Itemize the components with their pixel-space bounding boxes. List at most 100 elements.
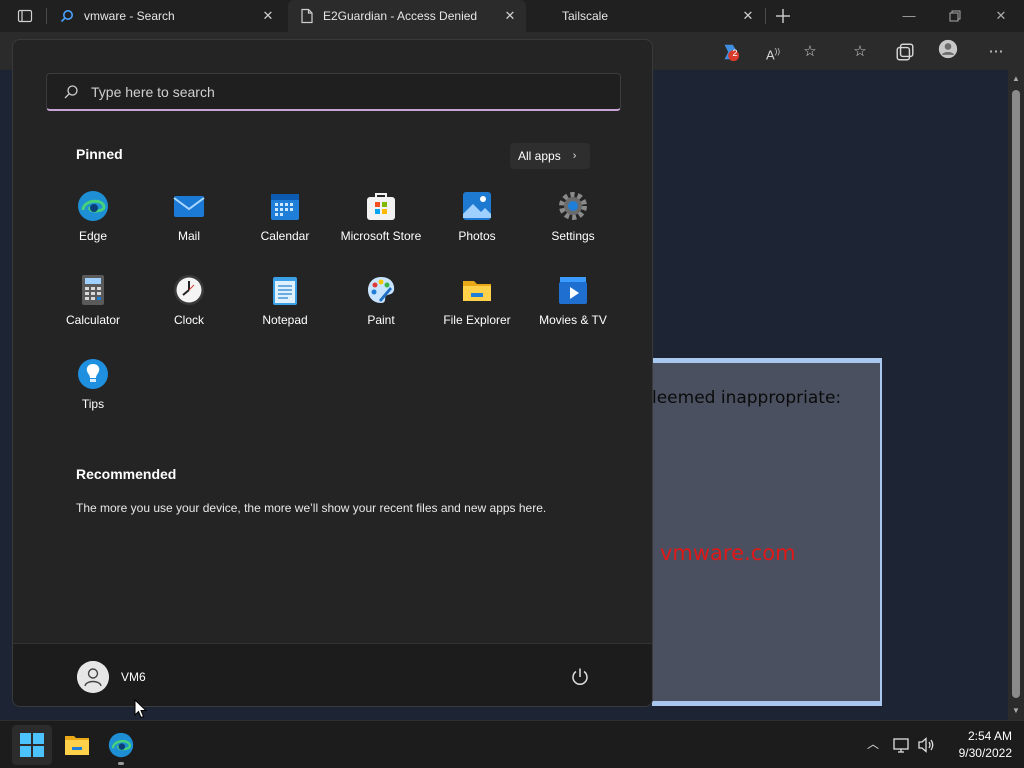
pinned-app-tips[interactable]: Tips (45, 350, 141, 430)
pinned-app-paint[interactable]: Paint (333, 266, 429, 346)
running-indicator (118, 762, 124, 765)
pinned-app-notepad[interactable]: Notepad (237, 266, 333, 346)
pinned-app-photos[interactable]: Photos (429, 182, 525, 262)
edge-icon (108, 732, 134, 758)
app-label: Clock (173, 313, 204, 327)
collections-icon[interactable] (895, 42, 915, 62)
pinned-app-movies-tv[interactable]: Movies & TV (525, 266, 621, 346)
edge-icon (78, 191, 108, 221)
search-icon (60, 10, 73, 23)
app-label: File Explorer (443, 313, 511, 327)
app-label: Notepad (262, 313, 308, 327)
search-placeholder-text: Type here to search (91, 83, 215, 100)
pinned-app-calendar[interactable]: Calendar (237, 182, 333, 262)
scroll-down-arrow-icon[interactable]: ▼ (1008, 704, 1024, 718)
pinned-app-settings[interactable]: Settings (525, 182, 621, 262)
extension-badge-count: 2 (732, 48, 738, 58)
user-name: VM6 (121, 670, 146, 684)
movies-icon (559, 277, 587, 304)
app-label: Photos (458, 229, 496, 243)
pinned-app-mail[interactable]: Mail (141, 182, 237, 262)
blocked-url-text: vmware.com (660, 541, 796, 565)
close-icon[interactable]: ✕ (502, 8, 518, 24)
tab-vmware-search[interactable]: vmware - Search ✕ (48, 0, 284, 32)
user-account-button[interactable]: VM6 (69, 654, 169, 700)
app-label: Tips (81, 397, 105, 411)
pinned-app-file-explorer[interactable]: File Explorer (429, 266, 525, 346)
paint-icon (368, 277, 395, 303)
clock-time: 2:54 AM (967, 729, 1012, 743)
gear-icon (559, 192, 587, 220)
mail-icon (173, 196, 205, 217)
tab-separator (46, 8, 47, 24)
clock-date: 9/30/2022 (958, 746, 1012, 760)
scrollbar-thumb[interactable] (1012, 90, 1020, 698)
lightbulb-icon (78, 359, 108, 389)
windows-logo-icon (20, 733, 44, 757)
app-label: Settings (551, 229, 595, 243)
calculator-icon (82, 275, 104, 305)
start-button[interactable] (12, 725, 52, 765)
add-favorite-icon[interactable]: ☆ (800, 42, 820, 62)
network-icon[interactable] (891, 735, 911, 755)
restore-icon[interactable] (947, 8, 963, 24)
recommended-empty-text: The more you use your device, the more w… (76, 501, 547, 515)
all-apps-label: All apps (518, 149, 561, 163)
start-search-input[interactable]: Type here to search (46, 73, 621, 111)
read-aloud-icon[interactable]: A)) (763, 42, 783, 62)
search-icon (64, 84, 78, 98)
start-menu-footer: VM6 (13, 643, 652, 706)
tab-title: vmware - Search (84, 9, 175, 23)
folder-icon (65, 736, 89, 755)
close-icon[interactable]: ✕ (260, 8, 276, 24)
browser-tab-strip: vmware - Search ✕ E2Guardian - Access De… (0, 0, 1024, 32)
pinned-app-edge[interactable]: Edge (45, 182, 141, 262)
pinned-app-microsoft-store[interactable]: Microsoft Store (333, 182, 429, 262)
pinned-heading: Pinned (76, 146, 123, 162)
app-label: Calculator (65, 313, 121, 327)
pinned-app-calculator[interactable]: Calculator (45, 266, 141, 346)
notepad-icon (273, 277, 297, 305)
mouse-cursor-icon (134, 699, 148, 719)
store-icon (367, 193, 395, 220)
pinned-app-clock[interactable]: Clock (141, 266, 237, 346)
tab-actions-icon[interactable] (17, 8, 33, 24)
minimize-icon[interactable]: — (901, 8, 917, 24)
page-scrollbar[interactable]: ▲ ▼ (1008, 70, 1024, 720)
new-tab-icon[interactable] (775, 8, 791, 24)
tab-e2guardian[interactable]: E2Guardian - Access Denied ✕ (288, 0, 526, 32)
denied-reason-text: leemed inappropriate: (652, 388, 842, 408)
app-label: Edge (78, 229, 108, 243)
desktop-screen: vmware - Search ✕ E2Guardian - Access De… (0, 0, 1024, 768)
app-label: Microsoft Store (340, 229, 422, 243)
close-icon[interactable]: ✕ (740, 8, 756, 24)
folder-icon (463, 281, 491, 301)
more-options-icon[interactable]: ⋯ (986, 42, 1006, 62)
avatar (77, 661, 109, 693)
tab-title: Tailscale (562, 9, 609, 23)
close-window-icon[interactable]: ✕ (993, 8, 1009, 24)
profile-avatar-icon[interactable] (938, 39, 958, 59)
access-denied-box: leemed inappropriate: vmware.com (652, 358, 882, 706)
tab-tailscale[interactable]: Tailscale ✕ (528, 0, 764, 32)
recommended-heading: Recommended (76, 466, 177, 482)
app-label: Movies & TV (539, 313, 607, 327)
start-menu: Type here to search Pinned All apps › Ed… (12, 39, 653, 707)
document-icon (301, 8, 313, 24)
photos-icon (463, 192, 491, 220)
taskbar: ︿ 2:54 AM 9/30/2022 (0, 720, 1024, 768)
power-icon[interactable] (569, 666, 591, 688)
tab-separator (765, 8, 766, 24)
taskbar-file-explorer[interactable] (57, 725, 97, 765)
all-apps-button[interactable]: All apps › (510, 143, 590, 169)
chevron-up-icon[interactable]: ︿ (864, 735, 882, 753)
favorites-icon[interactable]: ☆ (850, 42, 870, 62)
calendar-icon (271, 194, 299, 220)
app-label: Calendar (260, 229, 310, 243)
tab-title: E2Guardian - Access Denied (323, 9, 478, 23)
app-label: Paint (367, 313, 395, 327)
scroll-up-arrow-icon[interactable]: ▲ (1008, 72, 1024, 86)
volume-icon[interactable] (916, 735, 936, 755)
clock-icon (174, 275, 204, 305)
taskbar-edge[interactable] (101, 725, 141, 765)
